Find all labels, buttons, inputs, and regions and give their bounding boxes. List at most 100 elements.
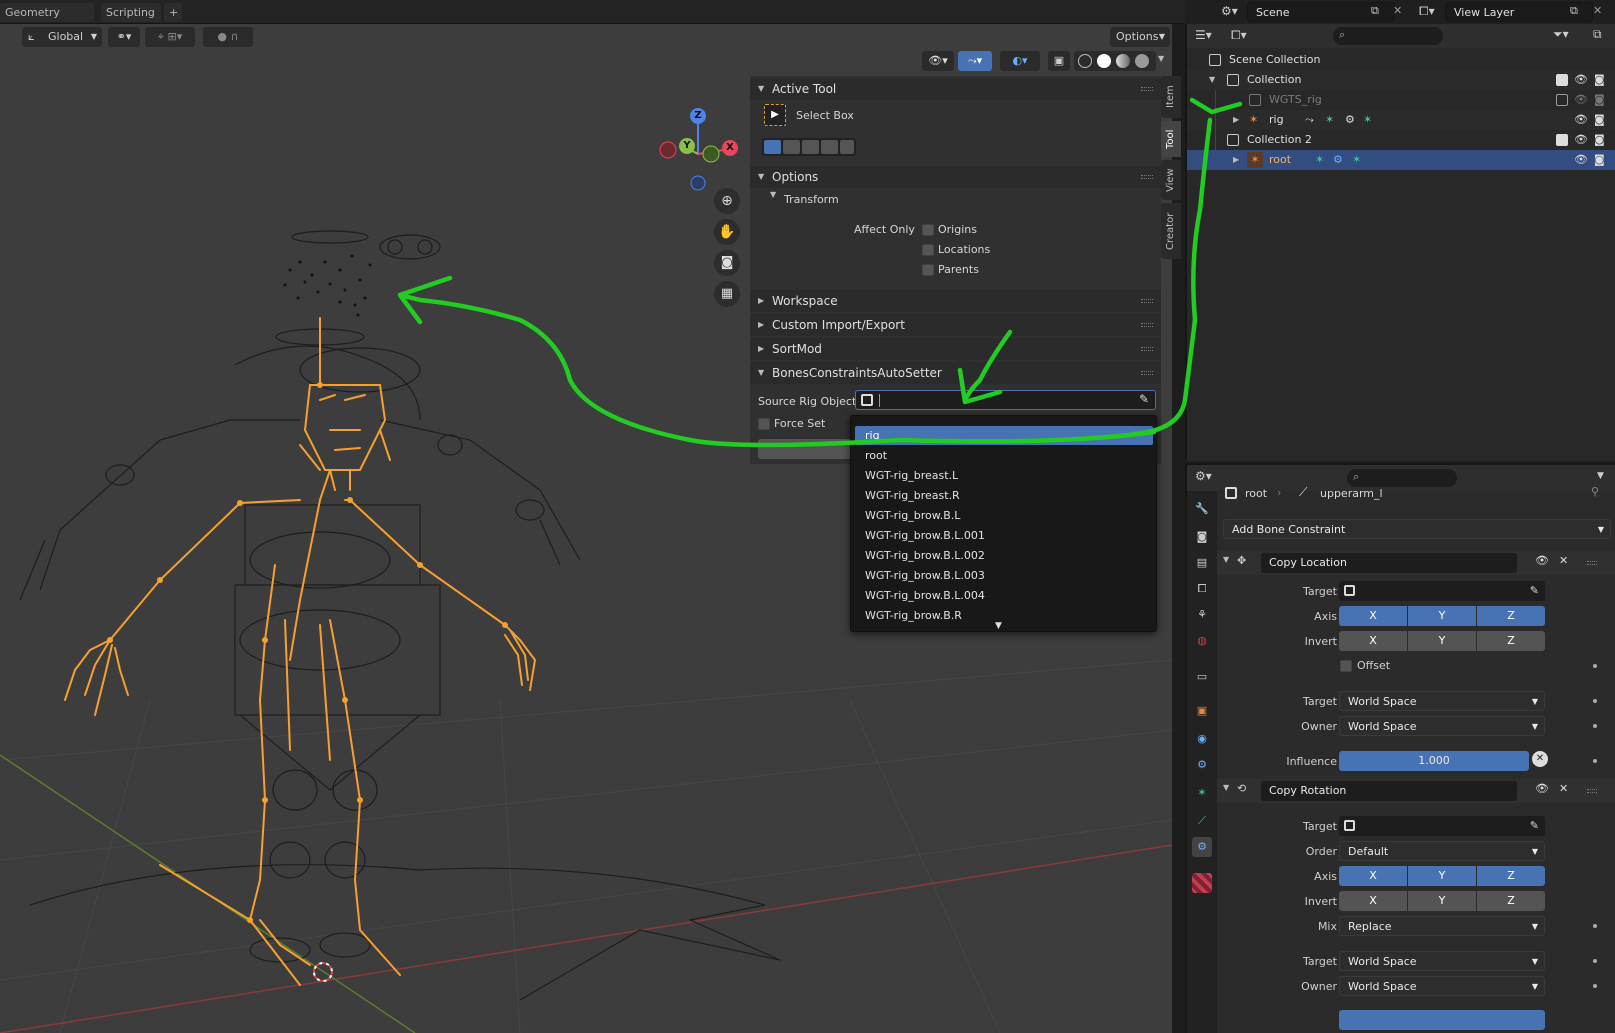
pan-hand-icon[interactable]: ✋ [714,219,740,245]
overlays-icon[interactable]: ◐▾ [1000,51,1040,71]
tab-tool[interactable]: Tool [1161,121,1181,157]
keyframe-dot[interactable] [1593,664,1597,668]
tab-view[interactable]: View [1161,160,1181,200]
disable-keep-transform-icon[interactable]: ✕ [1532,751,1548,767]
close-icon[interactable]: ✕ [1559,782,1568,795]
chevron-down-icon[interactable]: ▼ [1597,471,1604,481]
dropdown-item[interactable]: WGT-rig_brow.B.L.003 [855,566,1153,585]
mix-dropdown[interactable]: Replace ▼ [1339,916,1545,936]
collapse-triangle-icon[interactable]: ▶ [1233,150,1239,170]
expand-triangle-icon[interactable]: ▼ [1223,555,1229,564]
options-header[interactable]: ▼ Options [750,166,1161,188]
copy-view-layer-icon[interactable]: ⧉ [1570,4,1578,18]
navigation-gizmo[interactable] [655,82,740,197]
collapse-triangle-icon[interactable]: ▶ [1233,110,1239,130]
influence-slider[interactable] [1339,1010,1545,1030]
offset-checkbox[interactable] [1340,660,1352,672]
physics-tab-icon[interactable]: ◉ [1192,729,1212,749]
keyframe-dot[interactable] [1593,984,1597,988]
gizmo-toggle-icon[interactable]: ⤳▾ [958,51,992,71]
eye-icon[interactable]: 👁 [1574,90,1588,110]
camera-view-icon[interactable]: ◙ [714,250,740,276]
bone-constraint-tab-icon[interactable]: ⚙ [1192,837,1212,857]
armature-data-tab-icon[interactable]: ✶ [1192,783,1212,803]
properties-search-input[interactable]: ⌕ [1347,469,1457,487]
keyframe-dot[interactable] [1593,959,1597,963]
drag-grip-icon[interactable] [1141,175,1153,179]
pin-icon[interactable]: ⚲ [1591,485,1599,498]
dropdown-item[interactable]: WGT-rig_breast.L [855,466,1153,485]
tab-scripting[interactable]: Scripting [101,3,161,22]
outliner-search-input[interactable]: ⌕ [1333,27,1443,45]
scroll-down-arrow-icon[interactable]: ▼ [995,621,1002,631]
sortmod-header[interactable]: ▶ SortMod [750,338,1161,360]
tab-creator[interactable]: Creator [1161,203,1181,259]
axis-z-toggle[interactable]: Z [1477,606,1545,626]
exclude-checkbox[interactable] [1556,94,1568,106]
camera-render-icon[interactable]: ◙ [1594,150,1605,170]
origins-checkbox[interactable] [922,224,934,236]
eye-icon[interactable]: 👁 [1535,554,1549,567]
chevron-down-icon[interactable]: ▼ [1158,54,1164,63]
object-constraint-tab-icon[interactable]: ⚙ [1192,755,1212,775]
render-tab-icon[interactable]: ◙ [1192,527,1212,547]
eye-icon[interactable]: 👁 [1574,70,1588,90]
outliner-row-wgts-rig[interactable]: WGTS_rig 👁 ◙ [1187,90,1615,110]
force-set-checkbox[interactable] [758,418,770,430]
drag-grip-icon[interactable] [1141,87,1153,91]
target-object-field[interactable]: ✎ [1339,581,1545,601]
visibility-icon[interactable]: 👁▾ [922,51,954,71]
eyedropper-icon[interactable]: ✎ [1139,392,1149,406]
scene-tab-icon[interactable]: ⚘ [1192,605,1212,625]
solid-shading-icon[interactable] [1097,54,1111,68]
drag-grip-icon[interactable] [1141,371,1153,375]
camera-render-icon[interactable]: ◙ [1594,130,1605,150]
axis-x-toggle[interactable]: X [1339,606,1407,626]
axis-z-toggle[interactable]: Z [1477,866,1545,886]
drag-grip-icon[interactable] [1587,561,1597,565]
select-intersect-icon[interactable] [840,140,854,154]
outliner-row-root[interactable]: ▶ ✶ root ✶ ⚙ ✶ 👁 ◙ [1187,150,1615,170]
invert-z-toggle[interactable]: Z [1477,891,1545,911]
transform-orientation-dropdown[interactable]: ⟀ Global ▼ [22,27,102,47]
view-layer-icon[interactable]: ⧠▾ [1419,4,1435,19]
owner-space-dropdown[interactable]: World Space ▼ [1339,976,1545,996]
object-tab-icon[interactable]: ▣ [1192,701,1212,721]
locations-checkbox[interactable] [922,244,934,256]
outliner-row-collection[interactable]: ▼ Collection 👁 ◙ [1187,70,1615,90]
scene-icon[interactable]: ⚙▾ [1221,4,1241,20]
keyframe-dot[interactable] [1593,699,1597,703]
transform-subheader[interactable]: Transform [784,193,839,206]
axis-y-toggle[interactable]: Y [1408,606,1476,626]
eye-icon[interactable]: 👁 [1574,130,1588,150]
view-layer-tab-icon[interactable]: ⧠ [1192,579,1212,599]
material-shading-icon[interactable] [1116,54,1130,68]
dropdown-item[interactable]: WGT-rig_brow.B.L.002 [855,546,1153,565]
dropdown-item-root[interactable]: root [855,446,1153,465]
axis-x-toggle[interactable]: X [1339,866,1407,886]
eye-icon[interactable]: 👁 [1574,150,1588,170]
zoom-icon[interactable]: ⊕ [714,188,740,214]
exclude-checkbox[interactable] [1556,74,1568,86]
target-space-dropdown[interactable]: World Space ▼ [1339,691,1545,711]
filter-icon[interactable]: ⏷▾ [1553,27,1569,42]
dropdown-item[interactable]: WGT-rig_brow.B.L.001 [855,526,1153,545]
copy-scene-icon[interactable]: ⧉ [1371,4,1379,18]
select-extend-icon[interactable] [783,140,800,154]
texture-tab-icon[interactable] [1192,873,1212,893]
bones-constraints-header[interactable]: ▼ BonesConstraintsAutoSetter [750,362,1161,384]
camera-render-icon[interactable]: ◙ [1594,110,1605,130]
outliner-row-rig[interactable]: ▶ ✶ rig ⤳ ✶ ⚙ ✶ 👁 ◙ [1187,110,1615,130]
output-tab-icon[interactable]: ▤ [1192,553,1212,573]
outliner-row-collection-2[interactable]: Collection 2 👁 ◙ [1187,130,1615,150]
drag-grip-icon[interactable] [1141,323,1153,327]
constraint-name-field[interactable]: Copy Rotation [1261,781,1517,801]
snap-icon[interactable]: ⌖ ⊞▾ [145,27,195,47]
collection-tab-icon[interactable]: ▭ [1192,667,1212,687]
dropdown-item[interactable]: WGT-rig_brow.B.R [855,606,1153,625]
custom-import-export-header[interactable]: ▶ Custom Import/Export [750,314,1161,336]
expand-triangle-icon[interactable]: ▼ [1209,70,1215,90]
xray-icon[interactable]: ▣ [1048,51,1070,71]
wireframe-shading-icon[interactable] [1078,54,1092,68]
target-space-dropdown[interactable]: World Space ▼ [1339,951,1545,971]
